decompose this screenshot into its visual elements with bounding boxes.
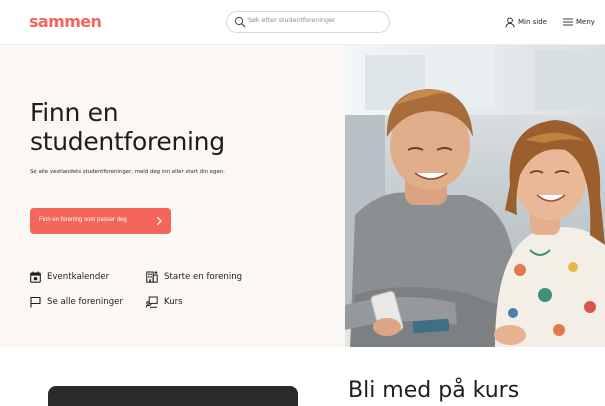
building-icon bbox=[146, 271, 158, 283]
hero-title-line1: Finn en bbox=[30, 98, 119, 127]
quick-link-eventkalender[interactable]: Eventkalender bbox=[30, 270, 109, 284]
menu-label: Meny bbox=[576, 18, 595, 26]
chevron-right-icon bbox=[156, 216, 162, 226]
hero-title: Finn en studentforening bbox=[30, 98, 225, 156]
presentation-icon bbox=[146, 296, 158, 308]
quick-link-label: Starte en forening bbox=[164, 272, 243, 282]
find-association-button-label: Finn en forening som passer deg bbox=[39, 217, 127, 223]
menu-button[interactable]: Meny bbox=[563, 15, 595, 29]
logo[interactable]: sammen bbox=[29, 12, 102, 31]
quick-link-label: Eventkalender bbox=[47, 272, 110, 282]
next-section-title: Bli med på kurs bbox=[348, 378, 520, 403]
flag-icon bbox=[30, 296, 41, 308]
hamburger-icon bbox=[563, 18, 573, 26]
find-association-button[interactable]: Finn en forening som passer deg bbox=[30, 208, 171, 234]
quick-link-label: Kurs bbox=[164, 297, 183, 307]
quick-link-label: Se alle foreninger bbox=[47, 297, 124, 307]
quick-link-se-alle-foreninger[interactable]: Se alle foreninger bbox=[30, 295, 123, 309]
search-placeholder: Søk etter studentforeninger bbox=[248, 17, 336, 24]
search-input[interactable]: Søk etter studentforeninger bbox=[226, 11, 390, 33]
quick-link-starte-forening[interactable]: Starte en forening bbox=[146, 270, 242, 284]
user-icon bbox=[505, 17, 515, 27]
search-icon bbox=[234, 16, 246, 28]
quick-link-kurs[interactable]: Kurs bbox=[146, 295, 183, 309]
course-card-image bbox=[48, 386, 298, 406]
min-side-link[interactable]: Min side bbox=[505, 15, 547, 29]
calendar-icon bbox=[30, 271, 41, 283]
hero-title-line2: studentforening bbox=[30, 127, 225, 156]
site-header: sammen Søk etter studentforeninger Min s… bbox=[0, 0, 605, 45]
students-photo bbox=[345, 45, 605, 347]
min-side-label: Min side bbox=[518, 18, 547, 26]
hero-photo bbox=[345, 45, 605, 347]
hero-subtitle: Se alle vestlandets studentforeninger, m… bbox=[30, 169, 225, 175]
